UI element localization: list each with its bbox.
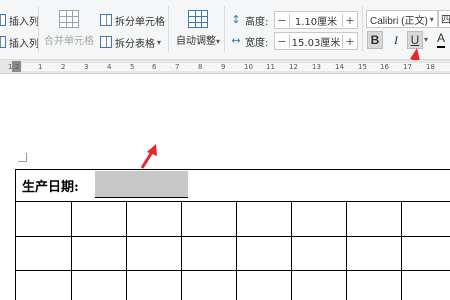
split-cells-icon: [100, 14, 112, 26]
height-spinner[interactable]: − 1.10厘米 +: [274, 11, 358, 29]
production-date-field[interactable]: [95, 171, 188, 198]
auto-fit-label: 自动调整▾: [176, 32, 220, 47]
height-label-text: 高度:: [245, 16, 269, 28]
arrow-shaft: [140, 151, 154, 169]
ruler-tick-label: 14: [335, 63, 344, 71]
table-border-line: [126, 201, 127, 300]
insert-column-icon: [0, 14, 6, 26]
width-spinner[interactable]: − 15.03厘米 +: [274, 32, 358, 50]
ruler-tick-label: 4: [107, 63, 112, 71]
bold-button[interactable]: B: [367, 31, 383, 49]
dropdown-arrow-icon: ▾: [157, 37, 162, 47]
ribbon-separator: [38, 6, 39, 52]
height-label: ↕ 高度:: [230, 11, 268, 29]
production-date-label: 生产日期:: [22, 180, 79, 195]
table-border-line: [15, 169, 16, 300]
ruler-tick-label: 2: [15, 63, 20, 71]
font-family-value: Calibri (正文): [370, 15, 428, 27]
table-border-line: [15, 169, 450, 170]
ribbon-separator: [224, 6, 225, 52]
table-border-line: [291, 201, 292, 300]
merge-cells-button[interactable]: 合并单元格: [44, 10, 94, 47]
page-corner-mark: [18, 153, 27, 162]
split-cells-label: 拆分单元格: [115, 16, 165, 28]
table-border-line: [15, 201, 450, 202]
height-decrease-button[interactable]: −: [275, 13, 290, 27]
ruler-tick-label: 10: [244, 63, 253, 71]
ruler-tick-label: 17: [403, 63, 412, 71]
width-increase-button[interactable]: +: [342, 34, 357, 48]
table-border-line: [71, 201, 72, 300]
font-family-select[interactable]: Calibri (正文) ▾: [366, 10, 438, 28]
column-width-icon: ↔: [231, 34, 241, 47]
ruler-tick-label: 11: [266, 63, 275, 71]
document-page: [0, 74, 450, 154]
font-color-button[interactable]: A: [437, 31, 446, 48]
ruler-tick-label: 3: [84, 63, 89, 71]
table-border-line: [15, 236, 450, 237]
auto-fit-button[interactable]: 自动调整▾: [176, 10, 220, 47]
split-table-button[interactable]: 拆分表格 ▾: [100, 34, 161, 50]
width-value[interactable]: 15.03厘米: [290, 34, 342, 49]
width-label-text: 宽度:: [245, 37, 269, 49]
ruler-tick-label: 5: [130, 63, 135, 71]
font-size-select[interactable]: 四: [438, 10, 450, 28]
insert-column-icon: [0, 36, 6, 48]
annotation-arrow-icon: [140, 144, 157, 169]
ruler-tick-label: 1: [38, 63, 43, 71]
ribbon-toolbar: 插入列 插入列 合并单元格 拆分单元格 拆分表格 ▾ 自动调整▾ ↕ 高度: −…: [0, 0, 450, 60]
dropdown-arrow-icon: ▾: [429, 14, 434, 24]
ruler-tick-label: 9: [221, 63, 226, 71]
ruler-tick-label: 15: [358, 63, 367, 71]
ruler-tick-label: 2: [61, 63, 66, 71]
table-border-line: [401, 201, 402, 300]
insert-column-label: 插入列: [9, 38, 39, 50]
table-border-line: [236, 201, 237, 300]
height-increase-button[interactable]: +: [342, 13, 357, 27]
underline-dropdown-icon[interactable]: ▾: [424, 35, 428, 44]
insert-column-label: 插入列: [9, 16, 39, 28]
table-border-line: [181, 201, 182, 300]
width-decrease-button[interactable]: −: [275, 34, 290, 48]
ruler-tick-label: 18: [426, 63, 435, 71]
split-table-label: 拆分表格: [115, 38, 155, 50]
auto-fit-icon: [188, 10, 208, 28]
row-height-icon: ↕: [231, 13, 241, 26]
table-border-line: [346, 201, 347, 300]
height-value[interactable]: 1.10厘米: [290, 13, 342, 28]
merge-cells-label: 合并单元格: [44, 36, 94, 47]
table-border-line: [15, 270, 450, 271]
ribbon-separator: [168, 6, 169, 52]
ruler-tick-label: 6: [152, 63, 157, 71]
ribbon-separator: [362, 6, 363, 52]
auto-fit-text: 自动调整: [176, 36, 216, 47]
ruler-tick-label: 12: [289, 63, 298, 71]
horizontal-ruler[interactable]: 1 2 1 2 3 4 5 6 7 8 9 10 11 12 13 14 15 16 17 18: [0, 60, 450, 74]
ruler-tick-label: 13: [312, 63, 321, 71]
split-cells-button[interactable]: 拆分单元格: [100, 12, 165, 28]
insert-column-left-button[interactable]: 插入列: [0, 12, 39, 28]
font-size-value: 四: [441, 15, 450, 26]
ruler-tick-label: 1: [8, 63, 13, 71]
merge-cells-icon: [59, 10, 79, 28]
dropdown-arrow-icon: ▾: [216, 37, 221, 46]
split-table-icon: [100, 36, 112, 48]
ruler-tick-label: 16: [380, 63, 389, 71]
ruler-tick-label: 7: [175, 63, 180, 71]
insert-column-right-button[interactable]: 插入列: [0, 34, 39, 50]
width-label: ↔ 宽度:: [230, 32, 268, 50]
ruler-tick-label: 8: [198, 63, 203, 71]
